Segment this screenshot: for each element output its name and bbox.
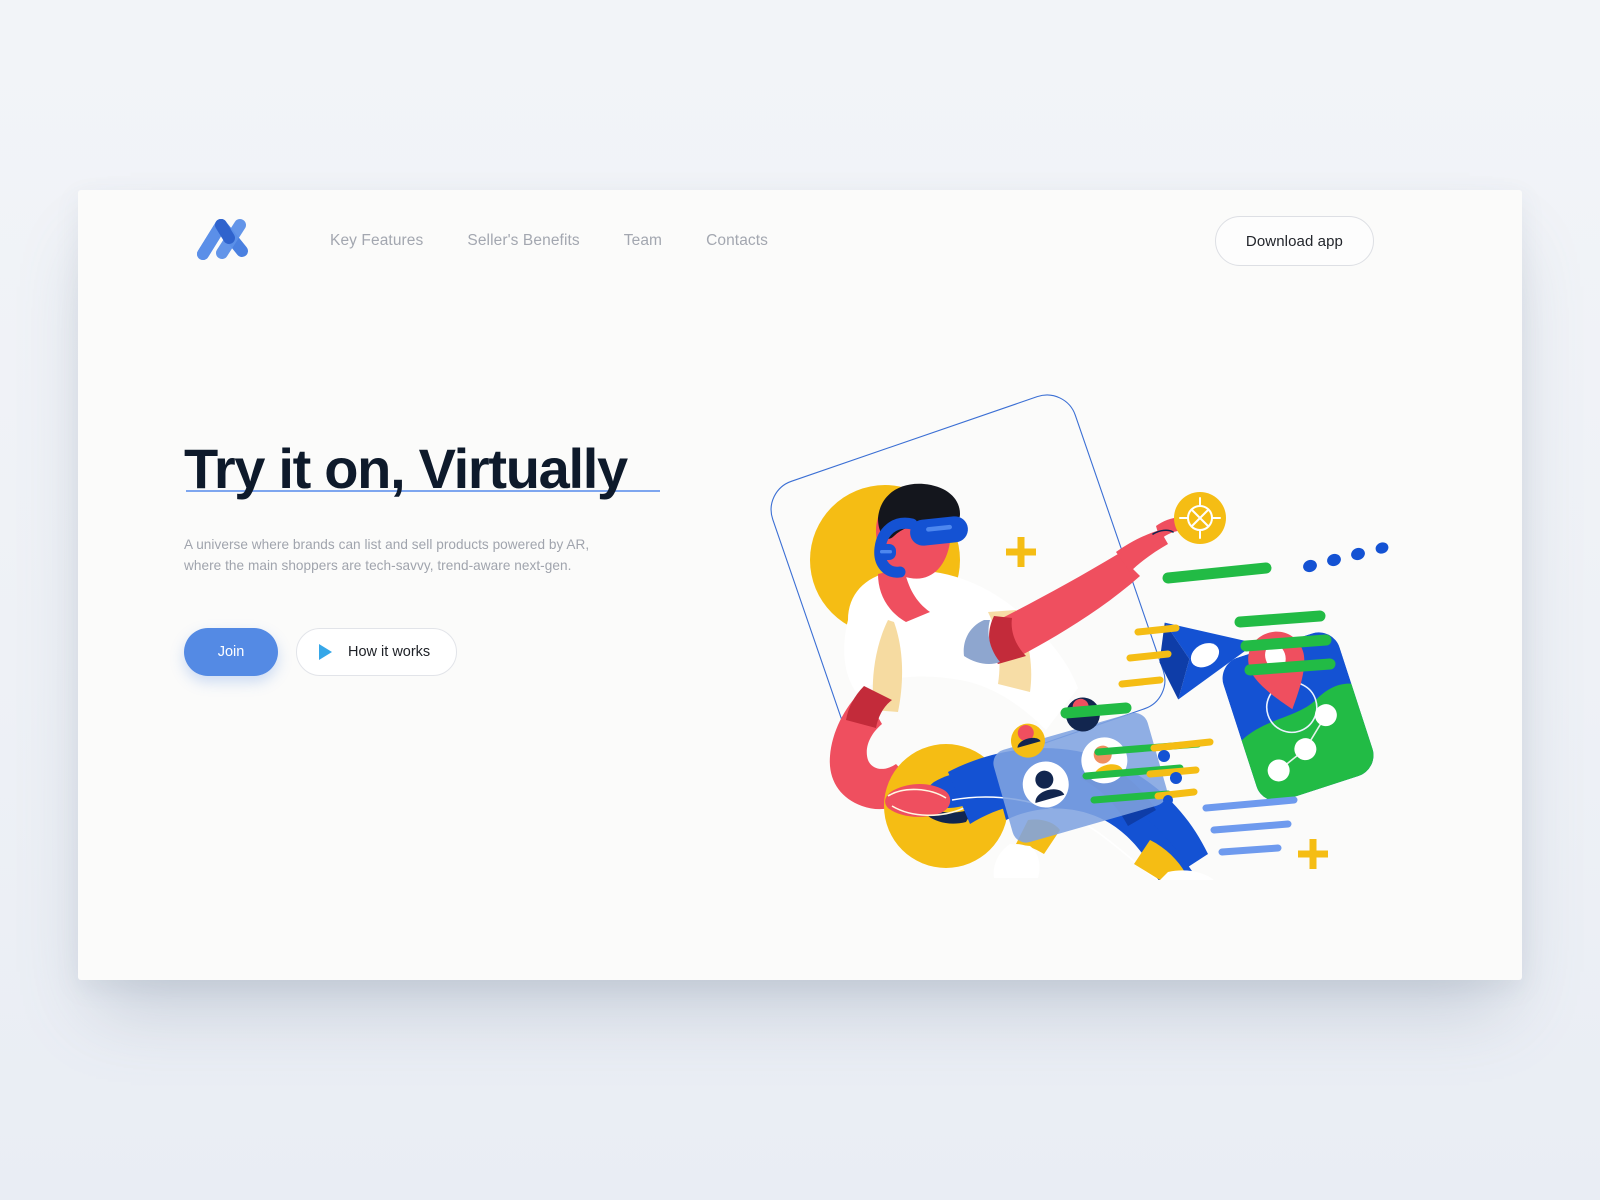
website-card: Key Features Seller's Benefits Team Cont… <box>78 190 1522 980</box>
brand-logo-n-icon[interactable] <box>196 216 254 262</box>
speed-lines-blue <box>1202 796 1298 856</box>
hero-subcopy: A universe where brands can list and sel… <box>184 537 590 574</box>
hero-cta-row: Join How it works <box>184 628 744 677</box>
how-it-works-button[interactable]: How it works <box>296 628 458 677</box>
shoe-left <box>993 844 1040 878</box>
vr-shopper-illustration <box>698 320 1398 880</box>
nav-item-key-features[interactable]: Key Features <box>330 226 423 256</box>
nav-item-team[interactable]: Team <box>624 226 662 256</box>
nav-item-sellers-benefits[interactable]: Seller's Benefits <box>467 226 579 256</box>
dot-trail <box>1303 542 1389 573</box>
play-icon <box>319 644 332 661</box>
page-viewport: Key Features Seller's Benefits Team Cont… <box>0 0 1600 1200</box>
main-navigation: Key Features Seller's Benefits Team Cont… <box>330 226 768 256</box>
headline-wrapper: Try it on, Virtually <box>184 437 660 500</box>
download-app-button[interactable]: Download app <box>1214 216 1374 266</box>
pointing-arm <box>963 517 1186 664</box>
compass-badge-icon <box>1174 492 1226 544</box>
page-title: Try it on, Virtually <box>184 437 628 500</box>
site-header: Key Features Seller's Benefits Team Cont… <box>78 190 1522 310</box>
hero-section: Try it on, Virtually A universe where br… <box>184 437 744 677</box>
how-it-works-label: How it works <box>348 644 431 661</box>
nav-item-contacts[interactable]: Contacts <box>706 226 768 256</box>
join-button[interactable]: Join <box>184 628 278 677</box>
